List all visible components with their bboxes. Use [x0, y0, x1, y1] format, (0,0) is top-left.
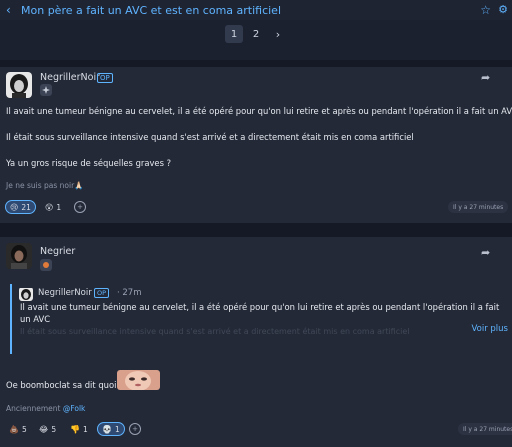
see-more-button[interactable]: Voir plus	[465, 324, 508, 334]
quoted-message: NegrillerNoir OP · 27m Il avait une tume…	[10, 284, 512, 354]
avatar[interactable]	[6, 72, 32, 98]
post-paragraph: Ya un gros risque de séquelles graves ?	[6, 158, 172, 168]
forum-post: Negrier ➦ NegrillerNoir OP · 27m Il avai…	[0, 237, 512, 447]
avatar[interactable]	[6, 243, 32, 269]
topic-header: ‹ Mon père a fait un AVC et est en coma …	[0, 0, 512, 20]
next-page-icon[interactable]: ›	[269, 25, 287, 43]
post-author[interactable]: NegrillerNoir	[40, 72, 100, 83]
reaction-surprised[interactable]: 😲 1	[41, 200, 65, 214]
reaction-count: 1	[114, 424, 120, 434]
rank-badge-icon	[40, 259, 52, 271]
post-paragraph: Il était sous surveillance intensive qua…	[6, 132, 414, 142]
thumbs-down-icon: 👎	[70, 424, 80, 434]
post-paragraph: Oe boomboclat sa dit quoi	[6, 380, 117, 390]
pagination: 1 2 ›	[0, 25, 512, 43]
poop-icon: 💩	[9, 424, 19, 434]
add-reaction-icon[interactable]: +	[129, 423, 141, 435]
topic-title: Mon père a fait un AVC et est en coma ar…	[21, 3, 282, 17]
rank-badge-icon	[40, 84, 52, 96]
signature-mention[interactable]: @Folk	[63, 404, 86, 413]
post-signature: Je ne suis pas noir🙏🏻	[6, 181, 84, 190]
post-author[interactable]: Negrier	[40, 246, 75, 257]
quote-time: · 27m	[117, 288, 142, 298]
signature-text: Anciennement	[6, 404, 63, 413]
op-badge: OP	[94, 288, 110, 298]
reaction-poop[interactable]: 💩 5	[5, 422, 31, 436]
settings-gear-icon[interactable]: ⚙	[498, 3, 508, 16]
reaction-thumbs-down[interactable]: 👎 1	[66, 422, 92, 436]
share-arrow-icon[interactable]: ➦	[481, 246, 490, 259]
laugh-face-icon: 😂	[39, 424, 49, 434]
reaction-count: 21	[21, 202, 31, 212]
post-signature: Anciennement @Folk	[6, 404, 85, 413]
reaction-count: 5	[21, 424, 27, 434]
quote-author[interactable]: NegrillerNoir	[38, 288, 92, 298]
back-arrow-icon[interactable]: ‹	[6, 3, 16, 17]
reaction-count: 1	[56, 202, 62, 212]
sticker-image[interactable]	[117, 370, 160, 390]
page-1-button[interactable]: 1	[225, 25, 243, 43]
sad-face-icon: 😢	[10, 202, 19, 212]
divider	[0, 223, 512, 237]
surprised-face-icon: 😲	[45, 202, 54, 212]
share-arrow-icon[interactable]: ➦	[481, 71, 490, 84]
page-2-button[interactable]: 2	[247, 25, 265, 43]
skull-icon: 💀	[102, 424, 112, 434]
reaction-sad[interactable]: 😢 21	[5, 200, 36, 214]
divider	[0, 60, 512, 67]
add-reaction-icon[interactable]: +	[74, 201, 86, 213]
reaction-count: 5	[51, 424, 57, 434]
forum-post: NegrillerNoir OP ➦ Il avait une tumeur b…	[0, 67, 512, 223]
favorite-star-icon[interactable]: ☆	[480, 3, 491, 17]
op-badge: OP	[97, 73, 113, 83]
reaction-count: 1	[82, 424, 88, 434]
post-paragraph: Il avait une tumeur bénigne au cervelet,…	[6, 106, 512, 116]
quote-text: Il avait une tumeur bénigne au cervelet,…	[20, 302, 500, 324]
post-timestamp: Il y a 27 minutes	[458, 423, 512, 435]
quote-avatar	[19, 287, 33, 301]
reaction-skull[interactable]: 💀 1	[97, 422, 125, 436]
post-timestamp: Il y a 27 minutes	[448, 201, 509, 213]
reaction-laugh[interactable]: 😂 5	[35, 422, 60, 436]
quote-faded-text: Il était sous surveillance intensive qua…	[20, 327, 410, 336]
